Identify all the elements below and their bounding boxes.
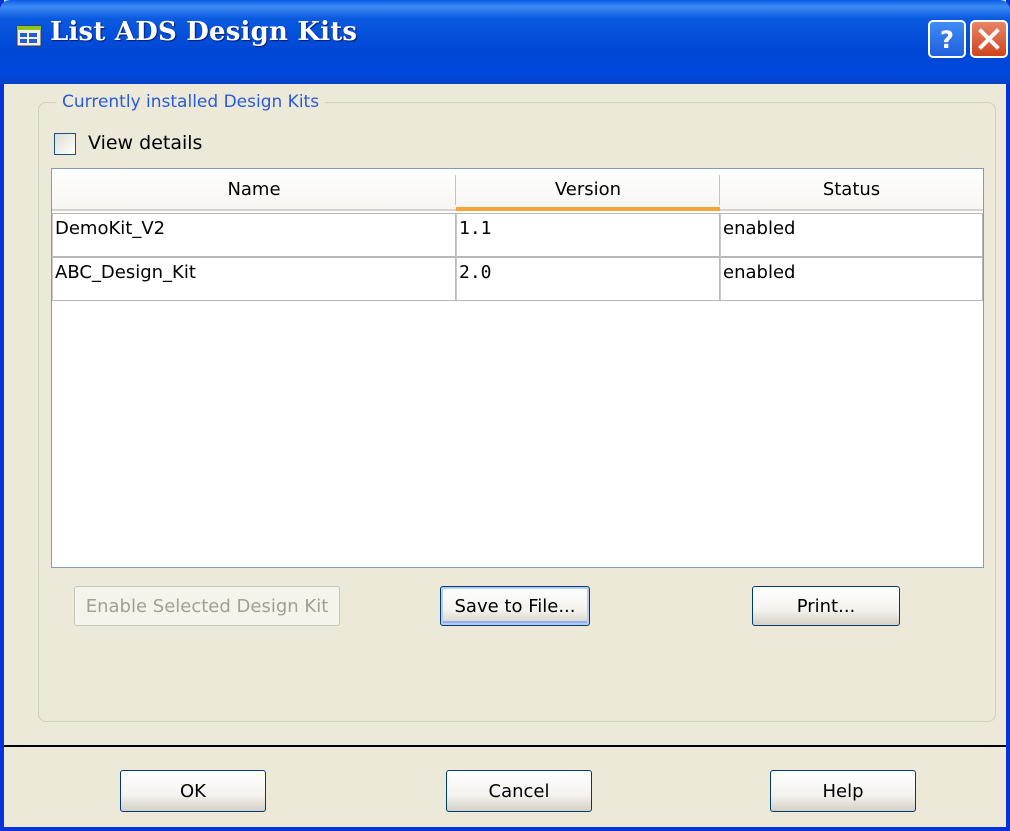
cell-name[interactable]: DemoKit_V2: [52, 213, 456, 257]
print-button[interactable]: Print...: [752, 586, 900, 626]
help-button[interactable]: Help: [770, 770, 916, 812]
design-kits-table[interactable]: Name Version Status DemoKit_V2 1.1 enabl…: [51, 168, 984, 568]
table-header: Name Version Status: [52, 169, 983, 213]
cell-version[interactable]: 2.0: [456, 257, 720, 301]
design-kit-window-icon[interactable]: [16, 22, 42, 48]
cell-version[interactable]: 1.1: [456, 213, 720, 257]
group-legend: Currently installed Design Kits: [56, 92, 326, 112]
ok-button[interactable]: OK: [120, 770, 266, 812]
close-title-button[interactable]: [970, 20, 1008, 58]
column-header-label: Name: [227, 179, 281, 200]
column-header-label: Version: [554, 179, 622, 200]
help-title-button[interactable]: ?: [928, 20, 966, 58]
view-details-checkbox[interactable]: [54, 133, 76, 155]
window-title: List ADS Design Kits: [50, 17, 358, 47]
close-x-icon: [978, 28, 1000, 50]
column-header-version[interactable]: Version: [456, 169, 720, 211]
save-to-file-button[interactable]: Save to File...: [440, 586, 590, 626]
column-header-label: Status: [822, 179, 881, 200]
help-question-icon: ?: [940, 26, 954, 54]
cell-status[interactable]: enabled: [720, 213, 983, 257]
svg-text:?: ?: [940, 26, 954, 54]
title-bar[interactable]: List ADS Design Kits ?: [0, 0, 1010, 84]
table-row[interactable]: DemoKit_V2 1.1 enabled: [52, 213, 983, 257]
cell-name[interactable]: ABC_Design_Kit: [52, 257, 456, 301]
column-header-name[interactable]: Name: [52, 169, 456, 211]
column-header-status[interactable]: Status: [720, 169, 983, 211]
view-details-label[interactable]: View details: [88, 132, 202, 154]
cell-status[interactable]: enabled: [720, 257, 983, 301]
table-row[interactable]: ABC_Design_Kit 2.0 enabled: [52, 257, 983, 301]
cancel-button[interactable]: Cancel: [446, 770, 592, 812]
enable-selected-kit-button[interactable]: Enable Selected Design Kit: [74, 586, 340, 626]
footer-divider: [4, 745, 1006, 747]
dialog-window: List ADS Design Kits ? Currently install…: [0, 0, 1010, 831]
